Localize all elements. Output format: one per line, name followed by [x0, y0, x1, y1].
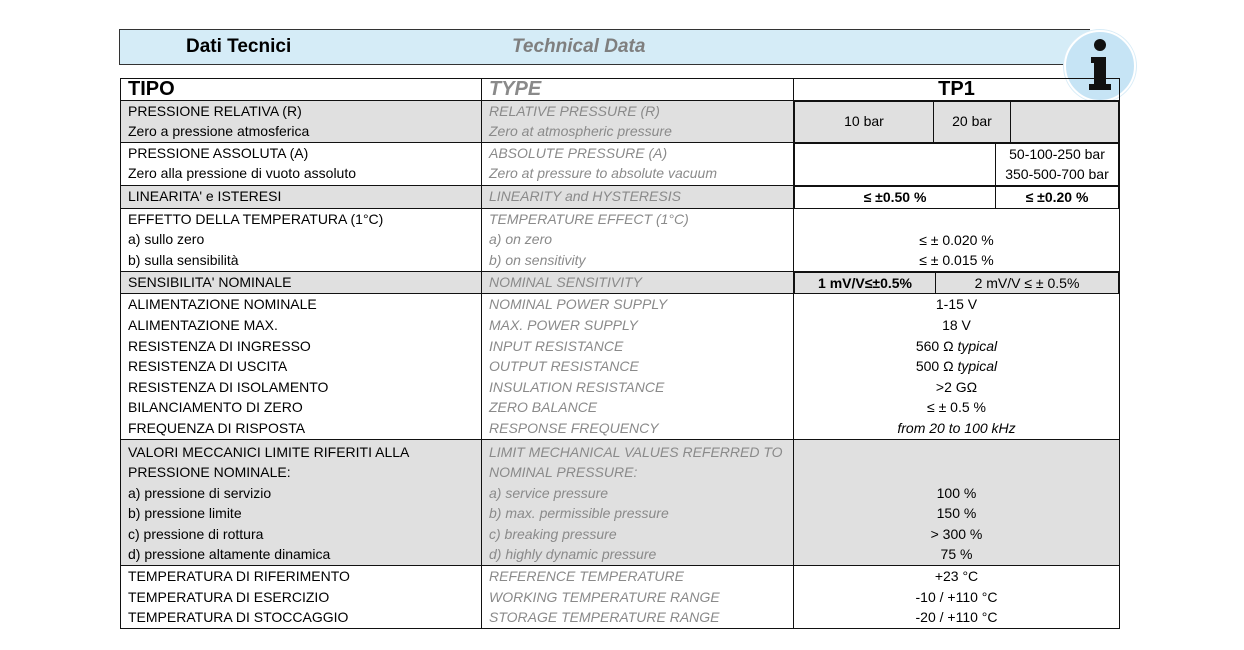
row-mechanical: VALORI MECCANICI LIMITE RIFERITI ALLA PR… — [120, 438, 1120, 566]
value: >2 GΩ — [935, 378, 978, 395]
row-temp-effect: EFFETTO DELLA TEMPERATURA (1°C) a) sullo… — [120, 207, 1120, 272]
label-en: RESPONSE FREQUENCY — [489, 419, 659, 436]
value: ≤ ±0.50 % — [794, 185, 996, 208]
label-it: b) pressione limite — [128, 505, 242, 522]
value: ≤ ± 0.5 % — [927, 399, 986, 416]
label-it: b) sulla sensibilità — [128, 251, 239, 268]
value: -10 / +110 °C — [915, 588, 998, 605]
label-en: d) highly dynamic pressure — [489, 546, 657, 563]
value: from 20 to 100 kHz — [897, 419, 1016, 436]
value: 100 % — [936, 484, 977, 501]
value-qualifier: typical — [957, 337, 998, 354]
label-en: c) breaking pressure — [489, 525, 617, 542]
label-it: RESISTENZA DI INGRESSO — [128, 337, 311, 354]
label-en: NOMINAL POWER SUPPLY — [489, 296, 668, 313]
label-it: PRESSIONE RELATIVA (R) — [128, 102, 302, 119]
value: 18 V — [942, 316, 971, 333]
label-en: NOMINAL SENSITIVITY — [481, 270, 794, 294]
label-en: MAX. POWER SUPPLY — [489, 316, 638, 333]
value: 150 % — [936, 505, 977, 522]
label-it: BILANCIAMENTO DI ZERO — [128, 399, 303, 416]
label-en: ABSOLUTE PRESSURE (A) — [489, 144, 668, 161]
label-it: TEMPERATURA DI STOCCAGGIO — [128, 609, 349, 626]
value: ≤ ±0.20 % — [995, 185, 1119, 208]
label-it: VALORI MECCANICI LIMITE RIFERITI ALLA — [128, 443, 410, 460]
header-title-it: Dati Tecnici — [186, 36, 292, 57]
label-it: a) pressione di servizio — [128, 484, 272, 501]
label-en: NOMINAL PRESSURE: — [489, 464, 638, 481]
col-head-it: TIPO — [120, 78, 482, 101]
label-en: INSULATION RESISTANCE — [489, 378, 665, 395]
label-it: PRESSIONE ASSOLUTA (A) — [128, 144, 309, 161]
label-en: WORKING TEMPERATURE RANGE — [489, 588, 720, 605]
row-electrical: ALIMENTAZIONE NOMINALE ALIMENTAZIONE MAX… — [120, 293, 1120, 439]
header-title-en: Technical Data — [512, 36, 646, 57]
label-en: INPUT RESISTANCE — [489, 337, 624, 354]
label-it: ALIMENTAZIONE NOMINALE — [128, 296, 317, 313]
col-head-en: TYPE — [481, 78, 794, 101]
value-qualifier: typical — [957, 358, 998, 375]
row-temperature: TEMPERATURA DI RIFERIMENTO TEMPERATURA D… — [120, 565, 1120, 629]
value: > 300 % — [930, 525, 983, 542]
value: 1 mV/V≤±0.5% — [794, 271, 936, 294]
label-en: RELATIVE PRESSURE (R) — [489, 102, 660, 119]
label-it: FREQUENZA DI RISPOSTA — [128, 419, 306, 436]
label-it: TEMPERATURA DI RIFERIMENTO — [128, 568, 350, 585]
value: ≤ ± 0.020 % — [919, 231, 994, 248]
row-sensitivity: SENSIBILITA' NOMINALE NOMINAL SENSITIVIT… — [120, 270, 1120, 294]
value: 75 % — [940, 546, 973, 563]
row-linearity: LINEARITA' e ISTERESI LINEARITY and HYST… — [120, 184, 1120, 209]
value: ≤ ± 0.015 % — [919, 252, 994, 269]
label-en: REFERENCE TEMPERATURE — [489, 568, 684, 585]
value: 20 bar — [933, 100, 1011, 142]
label-en: a) service pressure — [489, 484, 609, 501]
value: 1-15 V — [935, 296, 978, 313]
label-en: Zero at atmospheric pressure — [489, 123, 672, 140]
label-it: RESISTENZA DI ISOLAMENTO — [128, 378, 329, 395]
header-bar: Dati Tecnici Technical Data — [119, 29, 1090, 65]
label-it: Zero a pressione atmosferica — [128, 123, 310, 140]
label-it: TEMPERATURA DI ESERCIZIO — [128, 588, 330, 605]
table-header-row: TIPO TYPE TP1 — [120, 78, 1120, 101]
label-it: a) sullo zero — [128, 231, 205, 248]
label-it: SENSIBILITA' NOMINALE — [120, 270, 482, 294]
col-head-model: TP1 — [793, 78, 1120, 101]
specs-table: TIPO TYPE TP1 PRESSIONE RELATIVA (R) Zer… — [120, 78, 1120, 629]
row-absolute-pressure: PRESSIONE ASSOLUTA (A) Zero alla pressio… — [120, 141, 1120, 186]
label-en: TEMPERATURE EFFECT (1°C) — [489, 210, 689, 227]
value: 350-500-700 bar — [1005, 166, 1109, 183]
label-en: Zero at pressure to absolute vacuum — [489, 165, 718, 182]
label-it: EFFETTO DELLA TEMPERATURA (1°C) — [128, 210, 384, 227]
value: 2 mV/V ≤ ± 0.5% — [935, 271, 1119, 294]
label-it: ALIMENTAZIONE MAX. — [128, 316, 278, 333]
value: 500 Ω — [915, 358, 954, 375]
label-en: OUTPUT RESISTANCE — [489, 358, 639, 375]
label-en: LIMIT MECHANICAL VALUES REFERRED TO — [489, 443, 783, 460]
label-it: Zero alla pressione di vuoto assoluto — [128, 165, 357, 182]
label-it: d) pressione altamente dinamica — [128, 546, 331, 563]
label-it: c) pressione di rottura — [128, 525, 264, 542]
row-relative-pressure: PRESSIONE RELATIVA (R) Zero a pressione … — [120, 99, 1120, 143]
label-en: b) on sensitivity — [489, 251, 586, 268]
label-en: a) on zero — [489, 231, 553, 248]
value: 50-100-250 bar — [1009, 145, 1105, 162]
value: 10 bar — [794, 100, 934, 142]
label-it: RESISTENZA DI USCITA — [128, 358, 288, 375]
label-en: b) max. permissible pressure — [489, 505, 669, 522]
label-it: LINEARITA' e ISTERESI — [120, 184, 482, 209]
value: -20 / +110 °C — [915, 609, 998, 626]
value: 560 Ω — [915, 337, 954, 354]
label-en: ZERO BALANCE — [489, 399, 598, 416]
label-en: LINEARITY and HYSTERESIS — [481, 184, 794, 209]
value: +23 °C — [934, 568, 979, 585]
label-en: STORAGE TEMPERATURE RANGE — [489, 609, 720, 626]
label-it: PRESSIONE NOMINALE: — [128, 464, 291, 481]
